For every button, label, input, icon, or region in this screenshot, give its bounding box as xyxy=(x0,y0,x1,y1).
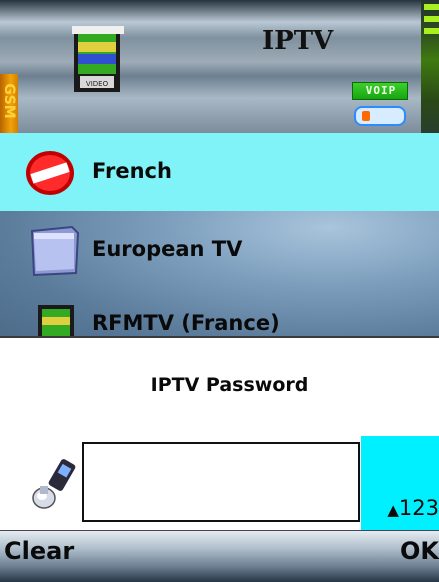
list-item-european-tv[interactable]: European TV xyxy=(0,211,439,289)
app-title: IPTV xyxy=(262,26,334,56)
voip-badge: VOIP xyxy=(352,82,408,100)
voip-label: VOIP xyxy=(365,84,397,97)
input-mode-label: ▲123 xyxy=(387,496,439,520)
signal-bar xyxy=(424,16,439,22)
dialog-title: IPTV Password xyxy=(150,374,309,396)
gsm-network-tab: GSM xyxy=(0,74,18,134)
channel-list: French European TV RFMTV (France) xyxy=(0,133,439,345)
signal-bar xyxy=(424,4,439,10)
list-item-label: French xyxy=(92,159,172,183)
no-entry-icon xyxy=(26,151,74,195)
list-item-french[interactable]: French xyxy=(0,133,439,211)
svg-text:VIDEO: VIDEO xyxy=(86,80,109,88)
gsm-label: GSM xyxy=(1,83,17,119)
video-clapper-icon: VIDEO xyxy=(72,26,124,92)
input-mode-indicator[interactable]: ▲123 xyxy=(361,436,439,530)
list-item-label: European TV xyxy=(92,237,243,261)
password-dialog: IPTV Password ▲123 xyxy=(0,336,439,530)
list-item-label: RFMTV (France) xyxy=(92,311,280,335)
input-mode-value: 123 xyxy=(398,496,439,520)
ok-button[interactable]: OK xyxy=(400,537,439,565)
battery-level xyxy=(362,111,370,121)
title-bar: VIDEO IPTV GSM VOIP xyxy=(0,0,439,134)
phone-handset-icon xyxy=(32,459,76,509)
signal-bar xyxy=(424,28,439,34)
clear-button[interactable]: Clear xyxy=(4,537,74,565)
password-input[interactable] xyxy=(82,442,360,522)
softkey-bar: Clear OK xyxy=(0,530,439,582)
battery-icon xyxy=(354,106,406,126)
folder-icon xyxy=(30,225,80,277)
caps-shift-icon: ▲ xyxy=(387,501,399,519)
